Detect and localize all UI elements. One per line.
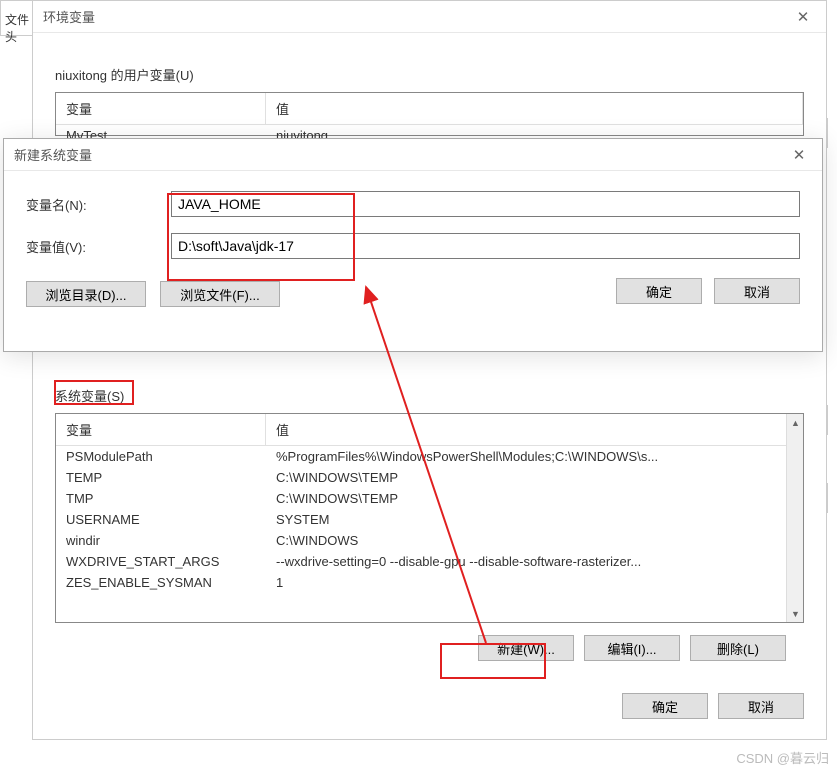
scrollbar[interactable]: ▲ ▼ [786,414,803,622]
cell-variable: ZES_ENABLE_SYSMAN [56,572,266,593]
cancel-button[interactable]: 取消 [714,278,800,304]
side-panel-fragment [827,483,837,513]
delete-var-button[interactable]: 删除(L) [690,635,786,661]
cancel-button[interactable]: 取消 [718,693,804,719]
close-icon[interactable]: ✕ [780,1,826,33]
environment-variables-dialog: 环境变量 ✕ niuxitong 的用户变量(U) 变量 值 MvTest ni… [32,0,827,740]
cell-variable: TEMP [56,467,266,488]
new-dialog-titlebar: 新建系统变量 ✕ [4,139,822,171]
cell-value: C:\WINDOWS [266,530,803,551]
user-vars-label: niuxitong 的用户变量(U) [55,65,804,84]
system-vars-table[interactable]: 变量 值 PSModulePath%ProgramFiles%\WindowsP… [55,413,804,623]
col-variable: 变量 [56,414,266,445]
env-dialog-titlebar: 环境变量 ✕ [33,1,826,33]
cell-value: SYSTEM [266,509,803,530]
ok-button[interactable]: 确定 [616,278,702,304]
browse-directory-button[interactable]: 浏览目录(D)... [26,281,146,307]
scroll-down-icon[interactable]: ▼ [787,605,804,622]
new-system-variable-dialog: 新建系统变量 ✕ 变量名(N): 变量值(V): 浏览目录(D)... 浏览文件… [3,138,823,352]
side-panel-fragment [827,405,837,435]
cell-variable: WXDRIVE_START_ARGS [56,551,266,572]
table-row[interactable]: PSModulePath%ProgramFiles%\WindowsPowerS… [56,446,803,467]
cell-value: C:\WINDOWS\TEMP [266,467,803,488]
col-variable: 变量 [56,93,266,124]
table-row[interactable]: windirC:\WINDOWS [56,530,803,551]
table-row[interactable]: TEMPC:\WINDOWS\TEMP [56,467,803,488]
edit-var-button[interactable]: 编辑(I)... [584,635,680,661]
cell-value: --wxdrive-setting=0 --disable-gpu --disa… [266,551,803,572]
user-table-header: 变量 值 [56,93,803,125]
side-panel-fragment [827,118,837,148]
close-icon[interactable]: ✕ [776,139,822,171]
env-dialog-title: 环境变量 [43,7,95,26]
table-row[interactable]: USERNAMESYSTEM [56,509,803,530]
table-row[interactable]: TMPC:\WINDOWS\TEMP [56,488,803,509]
var-value-label: 变量值(V): [26,237,171,256]
user-vars-table[interactable]: 变量 值 MvTest niuvitong [55,92,804,136]
sys-table-header: 变量 值 [56,414,803,446]
cell-value: C:\WINDOWS\TEMP [266,488,803,509]
cell-value: %ProgramFiles%\WindowsPowerShell\Modules… [266,446,803,467]
scroll-up-icon[interactable]: ▲ [787,414,804,431]
new-var-button[interactable]: 新建(W)... [478,635,574,661]
var-name-label: 变量名(N): [26,195,171,214]
ok-button[interactable]: 确定 [622,693,708,719]
cell-variable: TMP [56,488,266,509]
browse-file-button[interactable]: 浏览文件(F)... [160,281,280,307]
col-value: 值 [266,414,803,445]
system-vars-label: 系统变量(S) [55,386,804,405]
file-tab-label: 文件头 [5,11,33,45]
cell-variable: PSModulePath [56,446,266,467]
var-value-input[interactable] [171,233,800,259]
var-name-input[interactable] [171,191,800,217]
col-value: 值 [266,93,803,124]
cell-variable: windir [56,530,266,551]
cell-variable: USERNAME [56,509,266,530]
table-row[interactable]: WXDRIVE_START_ARGS--wxdrive-setting=0 --… [56,551,803,572]
cell-value: 1 [266,572,803,593]
table-row[interactable]: ZES_ENABLE_SYSMAN1 [56,572,803,593]
watermark-text: CSDN @暮云归 [736,748,829,767]
new-dialog-title: 新建系统变量 [14,145,92,164]
